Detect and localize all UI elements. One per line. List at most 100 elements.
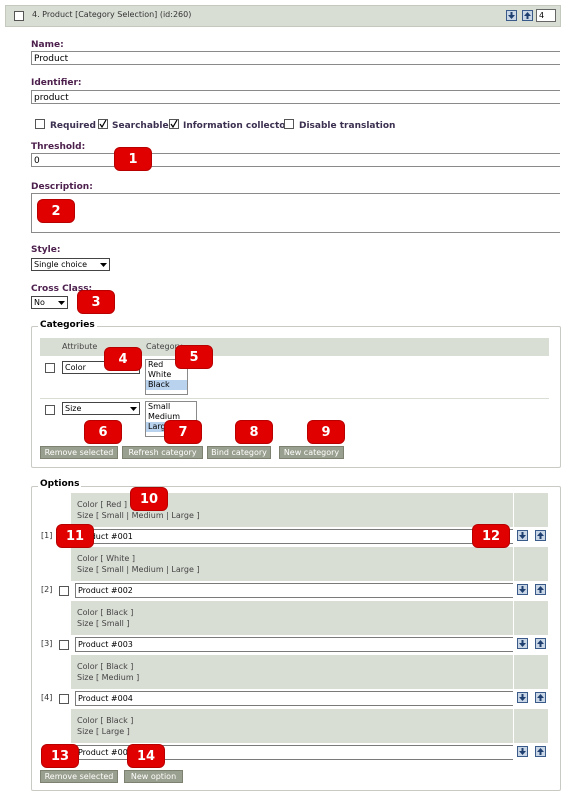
- arrow-up-icon: [537, 694, 544, 701]
- arrow-down-icon: [519, 640, 526, 647]
- position-input[interactable]: 4: [536, 9, 556, 22]
- list-option[interactable]: White: [146, 370, 187, 380]
- option-side-cell: [514, 655, 548, 689]
- option-move-up-button[interactable]: [535, 638, 546, 649]
- move-down-button[interactable]: [506, 10, 517, 21]
- refresh-category-button[interactable]: Refresh category: [122, 446, 203, 459]
- option-move-up-button[interactable]: [535, 746, 546, 757]
- option-move-down-button[interactable]: [517, 692, 528, 703]
- option-side-cell: [514, 493, 548, 527]
- option-desc-line: Color [ Black ]: [77, 716, 134, 725]
- option-input[interactable]: Product #003: [75, 637, 513, 652]
- attribute-select-checkbox[interactable]: [14, 11, 24, 21]
- option-input[interactable]: Product #004: [75, 691, 513, 706]
- information-collector-checkbox[interactable]: [169, 119, 179, 129]
- option-side-cell: [514, 601, 548, 635]
- option-desc-line: Size [ Small | Medium | Large ]: [77, 565, 200, 574]
- disable-translation-checkbox[interactable]: [284, 119, 294, 129]
- list-option[interactable]: Small: [146, 402, 196, 412]
- annotation-badge: 6: [84, 420, 122, 444]
- option-desc-line: Size [ Small ]: [77, 619, 130, 628]
- annotation-badge: 3: [77, 290, 115, 314]
- option-desc-line: Color [ Red ]: [77, 500, 127, 509]
- checkmark-icon: [99, 120, 107, 128]
- option-desc-line: Size [ Large ]: [77, 727, 130, 736]
- option-move-up-button[interactable]: [535, 692, 546, 703]
- option-index: [2]: [41, 585, 53, 594]
- option-select-checkbox[interactable]: [59, 640, 69, 650]
- annotation-badge: 10: [130, 487, 168, 511]
- style-label: Style:: [31, 245, 61, 255]
- name-input[interactable]: Product: [31, 51, 560, 65]
- annotation-badge: 12: [472, 524, 510, 548]
- disable-translation-label: Disable translation: [299, 121, 396, 131]
- annotation-badge: 8: [235, 420, 273, 444]
- checkmark-icon: [170, 120, 178, 128]
- searchable-label: Searchable: [112, 121, 169, 131]
- option-move-down-button[interactable]: [517, 746, 528, 757]
- annotation-badge: 14: [127, 744, 165, 768]
- arrow-up-icon: [537, 748, 544, 755]
- annotation-badge: 7: [164, 420, 202, 444]
- annotation-badge: 2: [37, 199, 75, 223]
- chevron-down-icon: [130, 407, 137, 411]
- move-up-button[interactable]: [522, 10, 533, 21]
- annotation-badge: 13: [41, 744, 79, 768]
- category-row-checkbox[interactable]: [45, 363, 55, 373]
- row-divider: [40, 398, 549, 399]
- option-desc-line: Size [ Medium ]: [77, 673, 140, 682]
- option-index: [1]: [41, 531, 53, 540]
- attribute-column-header: Attribute: [62, 342, 98, 351]
- description-label: Description:: [31, 182, 93, 192]
- required-checkbox[interactable]: [35, 119, 45, 129]
- arrow-down-icon: [519, 586, 526, 593]
- bind-category-button[interactable]: Bind category: [207, 446, 271, 459]
- option-side-cell: [514, 547, 548, 581]
- threshold-input[interactable]: 0: [31, 153, 560, 167]
- identifier-label: Identifier:: [31, 78, 82, 88]
- attribute-header-bar: 4. Product [Category Selection] (id:260)…: [5, 5, 561, 27]
- arrow-up-icon: [537, 586, 544, 593]
- option-select-checkbox[interactable]: [59, 694, 69, 704]
- annotation-badge: 1: [114, 147, 152, 171]
- new-category-button[interactable]: New category: [279, 446, 344, 459]
- description-textarea[interactable]: [31, 193, 560, 233]
- option-index: [3]: [41, 639, 53, 648]
- option-move-down-button[interactable]: [517, 584, 528, 595]
- annotation-badge: 5: [175, 345, 213, 369]
- option-move-down-button[interactable]: [517, 638, 528, 649]
- arrow-down-icon: [519, 748, 526, 755]
- new-option-button[interactable]: New option: [124, 770, 183, 783]
- option-select-checkbox[interactable]: [59, 586, 69, 596]
- category-row-checkbox[interactable]: [45, 405, 55, 415]
- option-desc-line: Size [ Small | Medium | Large ]: [77, 511, 200, 520]
- option-input[interactable]: Product #002: [75, 583, 513, 598]
- chevron-down-icon: [100, 263, 107, 267]
- annotation-badge: 4: [104, 347, 142, 371]
- attribute-select-value: Color: [65, 363, 86, 372]
- cross-class-select-value: No: [34, 298, 45, 307]
- option-input[interactable]: Product #001: [75, 529, 513, 544]
- option-description-row: Color [ Black ] Size [ Medium ]: [71, 655, 513, 689]
- required-label: Required: [50, 121, 96, 131]
- attribute-select-size[interactable]: Size: [62, 402, 140, 415]
- arrow-down-icon: [519, 694, 526, 701]
- list-option-selected[interactable]: Black: [146, 380, 187, 390]
- option-description-row: Color [ White ] Size [ Small | Medium | …: [71, 547, 513, 581]
- identifier-input[interactable]: product: [31, 90, 560, 104]
- option-move-down-button[interactable]: [517, 530, 528, 541]
- style-select[interactable]: Single choice: [31, 258, 110, 271]
- attribute-title: 4. Product [Category Selection] (id:260): [32, 10, 192, 19]
- searchable-checkbox[interactable]: [98, 119, 108, 129]
- cross-class-select[interactable]: No: [31, 296, 68, 309]
- attribute-select-value: Size: [65, 404, 82, 413]
- option-desc-line: Color [ Black ]: [77, 608, 134, 617]
- option-move-up-button[interactable]: [535, 530, 546, 541]
- name-label: Name:: [31, 40, 64, 50]
- remove-selected-options-button[interactable]: Remove selected: [40, 770, 118, 783]
- option-index: [4]: [41, 693, 53, 702]
- information-collector-label: Information collector: [183, 121, 290, 131]
- arrow-up-icon: [537, 532, 544, 539]
- remove-selected-categories-button[interactable]: Remove selected: [40, 446, 118, 459]
- option-move-up-button[interactable]: [535, 584, 546, 595]
